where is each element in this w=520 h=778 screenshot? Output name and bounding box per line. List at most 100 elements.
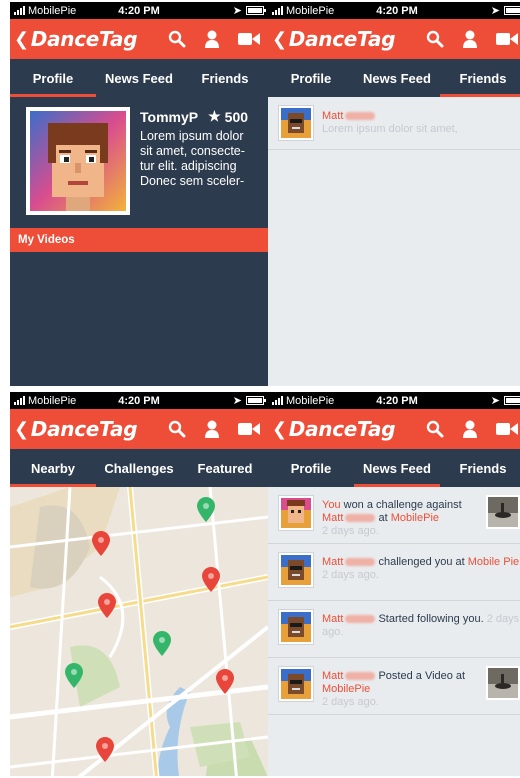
newsfeed-screen: MobilePie 4:20 PM ➤ ❮ DanceTag Profile Ne…: [268, 392, 520, 776]
username: TommyP: [140, 108, 199, 125]
avatar: [278, 609, 314, 645]
tab-news-feed[interactable]: News Feed: [354, 59, 440, 97]
map-pin-green[interactable]: [197, 497, 215, 522]
carrier-label: MobilePie: [28, 394, 77, 407]
tab-profile[interactable]: Profile: [268, 449, 354, 487]
map-pin-red[interactable]: [98, 593, 116, 618]
feed-actor: You: [322, 499, 341, 511]
avatar: [278, 552, 314, 588]
tab-featured[interactable]: Featured: [182, 449, 268, 487]
status-bar: MobilePie 4:20 PM ➤: [10, 2, 268, 19]
search-icon[interactable]: [426, 30, 444, 48]
section-title: My Videos: [10, 228, 268, 252]
map-pin-red[interactable]: [216, 669, 234, 694]
signal-icon: [272, 6, 283, 15]
video-camera-icon[interactable]: [496, 31, 518, 47]
map-pin-red[interactable]: [96, 737, 114, 762]
feed-item[interactable]: Matt Started following you. 2 days ago.: [268, 601, 520, 658]
app-brand: DanceTag: [288, 417, 396, 441]
video-camera-icon[interactable]: [496, 421, 518, 437]
feed-item[interactable]: Matt Posted a Video at MobilePie 2 days …: [268, 658, 520, 715]
tab-news-feed[interactable]: News Feed: [96, 59, 182, 97]
feed-action: Posted a Video at: [378, 670, 466, 682]
avatar[interactable]: [26, 107, 130, 215]
star-icon: ★: [208, 108, 221, 124]
feed-place[interactable]: MobilePie: [322, 683, 370, 695]
tab-bar: Profile News Feed Friends: [10, 59, 268, 97]
points-value: 500: [224, 108, 249, 125]
location-icon: ➤: [490, 5, 500, 17]
feed-actor[interactable]: Matt: [322, 670, 343, 682]
list-item[interactable]: Matt Lorem ipsum dolor sit amet,: [268, 97, 520, 150]
feed-item[interactable]: Matt challenged you at Mobile Pie 2 days…: [268, 544, 520, 601]
tab-friends[interactable]: Friends: [182, 59, 268, 97]
video-thumbnail[interactable]: [486, 495, 520, 529]
feed-place[interactable]: Mobile Pie: [468, 556, 519, 568]
feed-place[interactable]: MobilePie: [391, 512, 439, 524]
map-view[interactable]: [10, 487, 268, 776]
map-pin-red[interactable]: [92, 531, 110, 556]
video-thumbnail[interactable]: [486, 666, 520, 700]
map-base: [10, 487, 268, 776]
feed-action: challenged you at: [378, 556, 465, 568]
feed-actor[interactable]: Matt: [322, 556, 343, 568]
battery-icon: [246, 396, 266, 405]
tab-friends[interactable]: Friends: [440, 59, 520, 97]
status-bar: MobilePie 4:20 PM ➤: [10, 392, 268, 409]
tab-challenges[interactable]: Challenges: [96, 449, 182, 487]
map-pin-red[interactable]: [202, 567, 220, 592]
map-pin-green[interactable]: [153, 631, 171, 656]
person-icon[interactable]: [462, 420, 478, 438]
back-button[interactable]: ❮ DanceTag: [14, 417, 138, 441]
location-icon: ➤: [490, 395, 500, 407]
signal-icon: [14, 6, 25, 15]
profile-bio: Lorem ipsum dolor sit amet, consecte-tur…: [140, 129, 245, 188]
avatar: [278, 666, 314, 702]
chevron-left-icon: ❮: [272, 418, 287, 440]
feed-time: 2 days ago.: [322, 569, 379, 581]
feed-action: won a challenge against: [343, 499, 462, 511]
avatar: [278, 495, 314, 531]
app-brand: DanceTag: [30, 27, 138, 51]
feed-target[interactable]: Matt: [322, 512, 343, 524]
app-brand: DanceTag: [288, 27, 396, 51]
person-icon[interactable]: [462, 30, 478, 48]
search-icon[interactable]: [168, 30, 186, 48]
video-camera-icon[interactable]: [238, 421, 260, 437]
back-button[interactable]: ❮ DanceTag: [272, 27, 396, 51]
status-bar: MobilePie 4:20 PM ➤: [268, 2, 520, 19]
feed-connector: at: [378, 512, 388, 524]
person-icon[interactable]: [204, 30, 220, 48]
app-header: ❮ DanceTag: [10, 19, 268, 59]
chevron-left-icon: ❮: [272, 28, 287, 50]
tab-profile[interactable]: Profile: [268, 59, 354, 97]
app-header: ❮ DanceTag: [10, 409, 268, 449]
nearby-screen: MobilePie 4:20 PM ➤ ❮ DanceTag Nearby Cha…: [10, 392, 268, 776]
feed-actor[interactable]: Matt: [322, 613, 343, 625]
search-icon[interactable]: [426, 420, 444, 438]
map-pin-green[interactable]: [65, 663, 83, 688]
back-button[interactable]: ❮ DanceTag: [14, 27, 138, 51]
feed-time: 2 days ago.: [322, 525, 379, 537]
feed-item[interactable]: You won a challenge against Matt at Mobi…: [268, 487, 520, 544]
app-brand: DanceTag: [30, 417, 138, 441]
tab-nearby[interactable]: Nearby: [10, 449, 96, 487]
friends-screen: MobilePie 4:20 PM ➤ ❮ DanceTag Profile Ne…: [268, 2, 520, 386]
back-button[interactable]: ❮ DanceTag: [272, 417, 396, 441]
video-camera-icon[interactable]: [238, 31, 260, 47]
carrier-label: MobilePie: [28, 4, 77, 17]
profile-screen: MobilePie 4:20 PM ➤ ❮ DanceTag Profile Ne…: [10, 2, 268, 386]
tab-profile[interactable]: Profile: [10, 59, 96, 97]
status-bar: MobilePie 4:20 PM ➤: [268, 392, 520, 409]
tab-friends[interactable]: Friends: [440, 449, 520, 487]
person-icon[interactable]: [204, 420, 220, 438]
avatar-image: [30, 111, 126, 211]
tab-news-feed[interactable]: News Feed: [354, 449, 440, 487]
tab-bar: Nearby Challenges Featured: [10, 449, 268, 487]
avatar: [278, 105, 314, 141]
search-icon[interactable]: [168, 420, 186, 438]
location-icon: ➤: [232, 5, 242, 17]
friend-name: Matt: [322, 110, 344, 122]
tab-bar: Profile News Feed Friends: [268, 449, 520, 487]
carrier-label: MobilePie: [286, 4, 335, 17]
